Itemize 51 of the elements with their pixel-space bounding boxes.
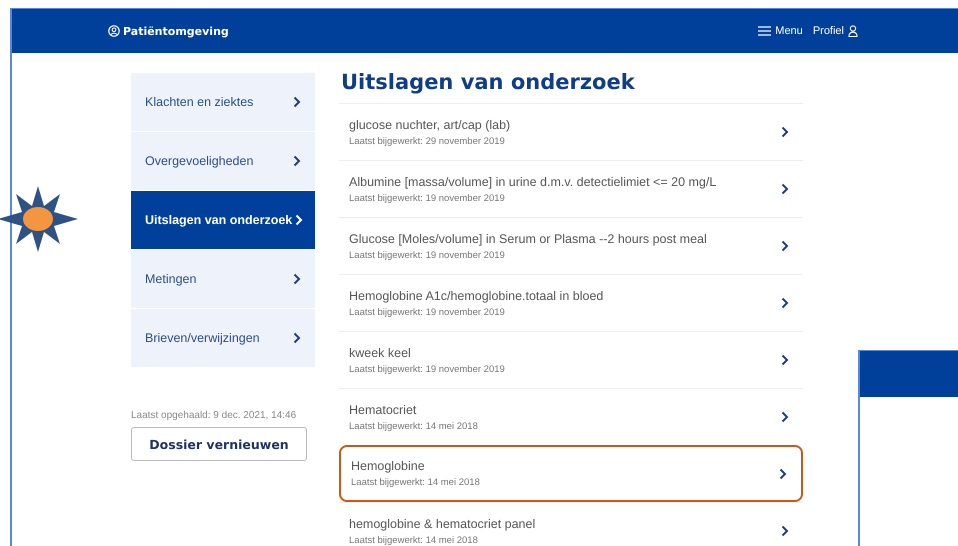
page-title: Uitslagen van onderzoek (341, 69, 636, 96)
result-name: Albumine [massa/volume] in urine d.m.v. detectielimiet <= 20 mg/L (349, 174, 716, 188)
result-row[interactable]: Hemoglobine Laatst bijgewerkt: 14 mei 2018 (339, 445, 803, 502)
sidebar-item[interactable]: Klachten en ziektes (131, 73, 315, 132)
chevron-right-icon (779, 468, 787, 480)
brand-name: Patiëntomgeving (123, 24, 229, 38)
result-row[interactable]: kweek keel Laatst bijgewerkt: 19 november 2019 (339, 331, 803, 388)
chevron-right-icon (293, 273, 301, 285)
chevron-right-icon (293, 96, 301, 108)
result-name: kweek keel (349, 346, 412, 360)
chevron-right-icon (781, 525, 789, 537)
refresh-button[interactable]: Dossier vernieuwen (131, 427, 307, 461)
result-row[interactable]: glucose nuchter, art/cap (lab) Laatst bijgewerkt: 29 november 2019 (339, 103, 803, 160)
result-updated: Laatst bijgewerkt: 14 mei 2018 (349, 534, 479, 546)
sidebar-item[interactable]: Metingen (131, 250, 315, 309)
result-updated: Laatst bijgewerkt: 19 november 2019 (349, 306, 506, 318)
result-updated: Laatst bijgewerkt: 19 november 2019 (349, 364, 505, 374)
result-name: glucose nuchter, art/cap (lab) (349, 118, 510, 132)
chevron-right-icon (781, 126, 789, 138)
user-circle-icon (108, 25, 120, 37)
user-icon (848, 25, 858, 37)
profile-link[interactable]: Profiel (812, 25, 858, 37)
result-name: hemoglobine & hematocriet panel (349, 516, 536, 530)
chevron-right-icon (293, 155, 301, 167)
result-row[interactable]: hemoglobine & hematocriet panel Laatst bijgewerkt: 14 mei 2018 (339, 502, 803, 546)
last-fetched-text: Laatst opgehaald: 9 dec. 2021, 14:46 (131, 410, 298, 421)
sidebar-item[interactable]: Brieven/verwijzingen (131, 309, 315, 368)
result-row[interactable]: Hematocriet Laatst bijgewerkt: 14 mei 2018 (339, 388, 803, 445)
chevron-right-icon (781, 183, 789, 195)
menu-link[interactable]: Menu (758, 25, 803, 37)
result-updated: Laatst bijgewerkt: 14 mei 2018 (351, 477, 480, 488)
chevron-right-icon (781, 354, 789, 366)
chevron-right-icon (781, 411, 789, 423)
chevron-right-icon (295, 214, 303, 226)
chevron-right-icon (781, 240, 789, 252)
result-name: Hematocriet (349, 402, 418, 416)
result-row[interactable]: Albumine [massa/volume] in urine d.m.v. detectielimiet <= 20 mg/L Laatst bijgewerkt: 19 november 2019 (339, 160, 803, 217)
result-name: Hemoglobine (351, 459, 426, 473)
result-name: Glucose [Moles/volume] in Serum or Plasma --2 hours post meal (349, 232, 707, 246)
sidebar-item[interactable]: Uitslagen van onderzoek (131, 191, 315, 250)
result-updated: Laatst bijgewerkt: 29 november 2019 (349, 136, 506, 146)
result-name: Hemoglobine A1c/hemoglobine.totaal in bloed (349, 288, 604, 302)
result-row[interactable]: Hemoglobine A1c/hemoglobine.totaal in bloed Laatst bijgewerkt: 19 november 2019 (339, 274, 803, 331)
sidebar-item[interactable]: Overgevoeligheden (131, 132, 315, 191)
menu-icon (758, 26, 772, 36)
chevron-right-icon (781, 297, 789, 309)
result-updated: Laatst bijgewerkt: 19 november 2019 (349, 192, 506, 204)
result-updated: Laatst bijgewerkt: 14 mei 2018 (349, 420, 478, 432)
result-row[interactable]: Glucose [Moles/volume] in Serum or Plasma --2 hours post meal Laatst bijgewerkt: 19 november 2019 (339, 217, 803, 274)
chevron-right-icon (293, 332, 301, 344)
result-updated: Laatst bijgewerkt: 19 november 2019 (349, 250, 506, 260)
